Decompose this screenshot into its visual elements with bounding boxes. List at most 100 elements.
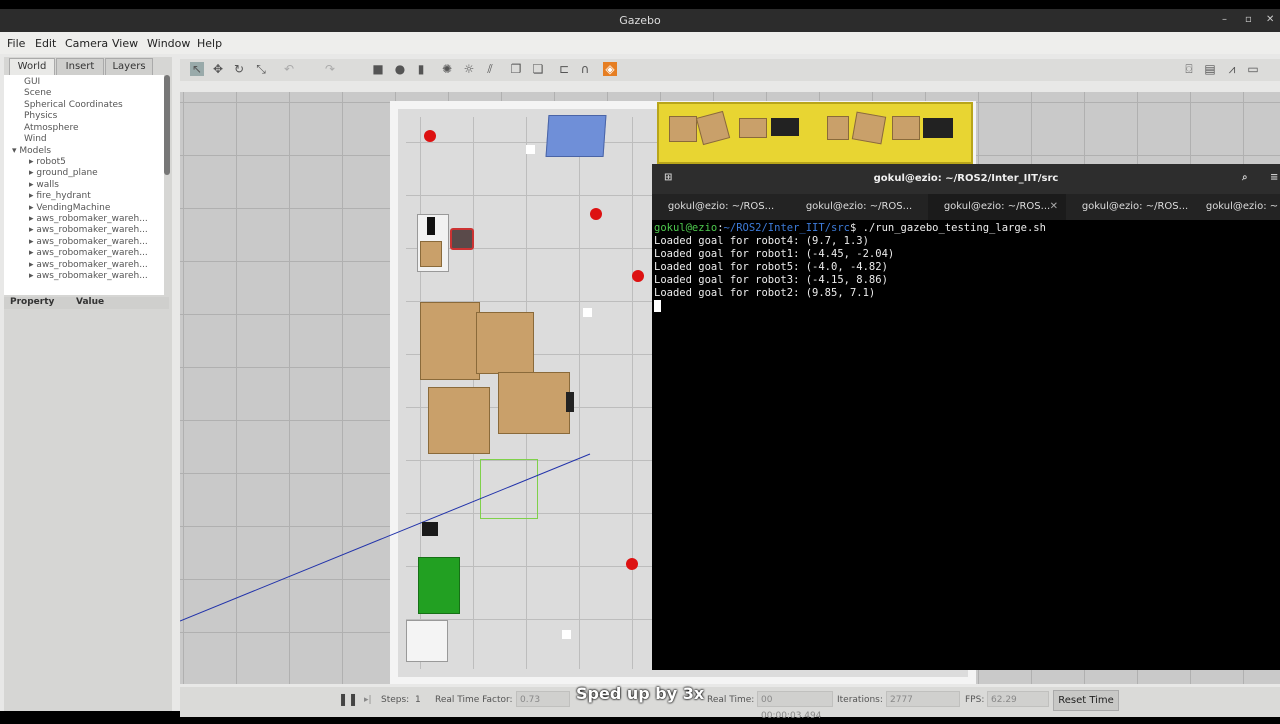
iterations-label: Iterations:	[837, 695, 883, 705]
video-caption: Sped up by 3x	[576, 684, 705, 703]
menu-camera[interactable]: Camera	[65, 37, 108, 50]
close-icon[interactable]: ✕	[1266, 14, 1274, 25]
paste-icon[interactable]: ❏	[531, 62, 545, 76]
video-icon[interactable]: ▭	[1246, 62, 1260, 76]
rotate-icon[interactable]: ↻	[232, 62, 246, 76]
white-cabinet	[406, 620, 448, 662]
goal-marker	[632, 270, 644, 282]
model-item-label: aws_robomaker_wareh...	[36, 237, 148, 247]
box-icon[interactable]: ■	[371, 62, 385, 76]
tab-layers[interactable]: Layers	[105, 58, 153, 75]
screenshot-icon[interactable]: ⌼	[1182, 62, 1196, 76]
waypoint-marker	[562, 630, 571, 639]
menu-help[interactable]: Help	[197, 37, 222, 50]
copy-icon[interactable]: ❐	[509, 62, 523, 76]
menu-file[interactable]: File	[7, 37, 25, 50]
tree-item-scene[interactable]: Scene	[24, 88, 51, 98]
directionallight-icon[interactable]: ⫽	[483, 62, 497, 76]
prompt-user: gokul@ezio	[654, 222, 718, 234]
menu-bar: File Edit Camera View Window Help	[0, 32, 1280, 54]
tree-item-wind[interactable]: Wind	[24, 134, 47, 144]
fire-hydrant	[422, 522, 438, 536]
snap-icon[interactable]: ∩	[578, 62, 592, 76]
redo-icon[interactable]: ↷	[323, 62, 337, 76]
model-item[interactable]: ▸ VendingMachine	[29, 203, 110, 213]
terminal-window[interactable]: ⊞ gokul@ezio: ~/ROS2/Inter_IIT/src ⌕ ≡ g…	[652, 164, 1280, 670]
model-item-label: robot5	[36, 157, 66, 167]
close-tab-icon[interactable]: ✕	[1050, 194, 1058, 220]
terminal-tab-label: gokul@ezio: ~	[1205, 201, 1279, 212]
model-item[interactable]: ▸ aws_robomaker_wareh...	[29, 237, 148, 247]
tree-item-models[interactable]: ▾ Models	[12, 146, 51, 156]
tree-item-models-label: Models	[19, 146, 52, 156]
model-item-label: fire_hydrant	[36, 191, 91, 201]
menu-edit[interactable]: Edit	[35, 37, 56, 50]
undo-icon[interactable]: ↶	[282, 62, 296, 76]
model-item-label: aws_robomaker_wareh...	[36, 214, 148, 224]
menu-window[interactable]: Window	[147, 37, 190, 50]
search-icon[interactable]: ⌕	[1242, 172, 1248, 183]
terminal-tab-label: gokul@ezio: ~/ROS...	[667, 201, 775, 212]
view-angle-icon[interactable]: ◈	[603, 62, 617, 76]
pause-icon[interactable]: ❚❚	[338, 692, 358, 706]
cylinder-icon[interactable]: ▮	[414, 62, 428, 76]
log-icon[interactable]: ▤	[1203, 62, 1217, 76]
model-item-label: aws_robomaker_wareh...	[36, 225, 148, 235]
window-titlebar: Gazebo – ▫ ✕	[0, 9, 1280, 32]
steps-value[interactable]: 1	[415, 695, 421, 705]
model-item-label: aws_robomaker_wareh...	[36, 248, 148, 258]
goal-marker	[590, 208, 602, 220]
translate-icon[interactable]: ✥	[211, 62, 225, 76]
model-item-label: ground_plane	[36, 168, 98, 178]
real-time-value: 00 00:00:03.494	[757, 691, 833, 721]
model-item[interactable]: ▸ aws_robomaker_wareh...	[29, 248, 148, 258]
model-item[interactable]: ▸ aws_robomaker_wareh...	[29, 214, 148, 224]
tree-item-spherical-coordinates[interactable]: Spherical Coordinates	[24, 100, 123, 110]
model-item[interactable]: ▸ aws_robomaker_wareh...	[29, 260, 148, 270]
hamburger-menu-icon[interactable]: ≡	[1270, 172, 1278, 183]
scale-icon[interactable]: ⤡	[254, 62, 268, 76]
terminal-titlebar: ⊞ gokul@ezio: ~/ROS2/Inter_IIT/src ⌕ ≡	[652, 164, 1280, 194]
model-item-label: VendingMachine	[36, 203, 111, 213]
align-icon[interactable]: ⊏	[557, 62, 571, 76]
iterations-value: 2777	[886, 691, 960, 707]
plot-icon[interactable]: ⩘	[1225, 62, 1239, 76]
reset-time-button[interactable]: Reset Time	[1053, 690, 1119, 711]
model-item[interactable]: ▸ aws_robomaker_wareh...	[29, 225, 148, 235]
tree-item-physics[interactable]: Physics	[24, 111, 57, 121]
model-item[interactable]: ▸ robot5	[29, 157, 66, 167]
tree-item-gui[interactable]: GUI	[24, 77, 40, 87]
terminal-output[interactable]: gokul@ezio:~/ROS2/Inter_IIT/src$ ./run_g…	[654, 222, 1274, 662]
tab-world[interactable]: World	[9, 58, 55, 75]
chevron-down-icon[interactable]: ▾	[12, 146, 17, 156]
sphere-icon[interactable]: ●	[393, 62, 407, 76]
left-panel: World Insert Layers GUI Scene Spherical …	[4, 57, 172, 711]
model-item[interactable]: ▸ aws_robomaker_wareh...	[29, 271, 148, 281]
select-icon[interactable]: ↖	[190, 62, 204, 76]
model-item[interactable]: ▸ fire_hydrant	[29, 191, 91, 201]
terminal-tab[interactable]: gokul@ezio: ~/ROS...	[652, 194, 790, 220]
terminal-line: Loaded goal for robot2: (9.85, 7.1)	[654, 287, 876, 299]
model-item[interactable]: ▸ ground_plane	[29, 168, 98, 178]
terminal-tab-active[interactable]: gokul@ezio: ~/ROS... ✕	[928, 194, 1066, 220]
tree-item-atmosphere[interactable]: Atmosphere	[24, 123, 78, 133]
minimize-icon[interactable]: –	[1222, 14, 1227, 25]
terminal-tab[interactable]: gokul@ezio: ~/ROS...	[1066, 194, 1204, 220]
property-column-header: Property	[10, 297, 55, 307]
world-tree: GUI Scene Spherical Coordinates Physics …	[4, 75, 164, 295]
step-icon[interactable]: ▸|	[364, 695, 372, 705]
model-item[interactable]: ▸ walls	[29, 180, 59, 190]
terminal-tab[interactable]: gokul@ezio: ~/ROS...	[790, 194, 928, 220]
rtf-label: Real Time Factor:	[435, 695, 513, 705]
tab-insert[interactable]: Insert	[56, 58, 104, 75]
real-time-label: Real Time:	[707, 695, 755, 705]
fps-label: FPS:	[965, 695, 985, 705]
spotlight-icon[interactable]: ☼	[462, 62, 476, 76]
menu-view[interactable]: View	[112, 37, 138, 50]
prompt-path: ~/ROS2/Inter_IIT/src	[723, 222, 850, 234]
pointlight-icon[interactable]: ✺	[440, 62, 454, 76]
tree-scrollbar[interactable]	[164, 75, 170, 175]
terminal-tab[interactable]: gokul@ezio: ~	[1204, 194, 1280, 220]
terminal-line: Loaded goal for robot3: (-4.15, 8.86)	[654, 274, 888, 286]
maximize-icon[interactable]: ▫	[1245, 14, 1252, 25]
